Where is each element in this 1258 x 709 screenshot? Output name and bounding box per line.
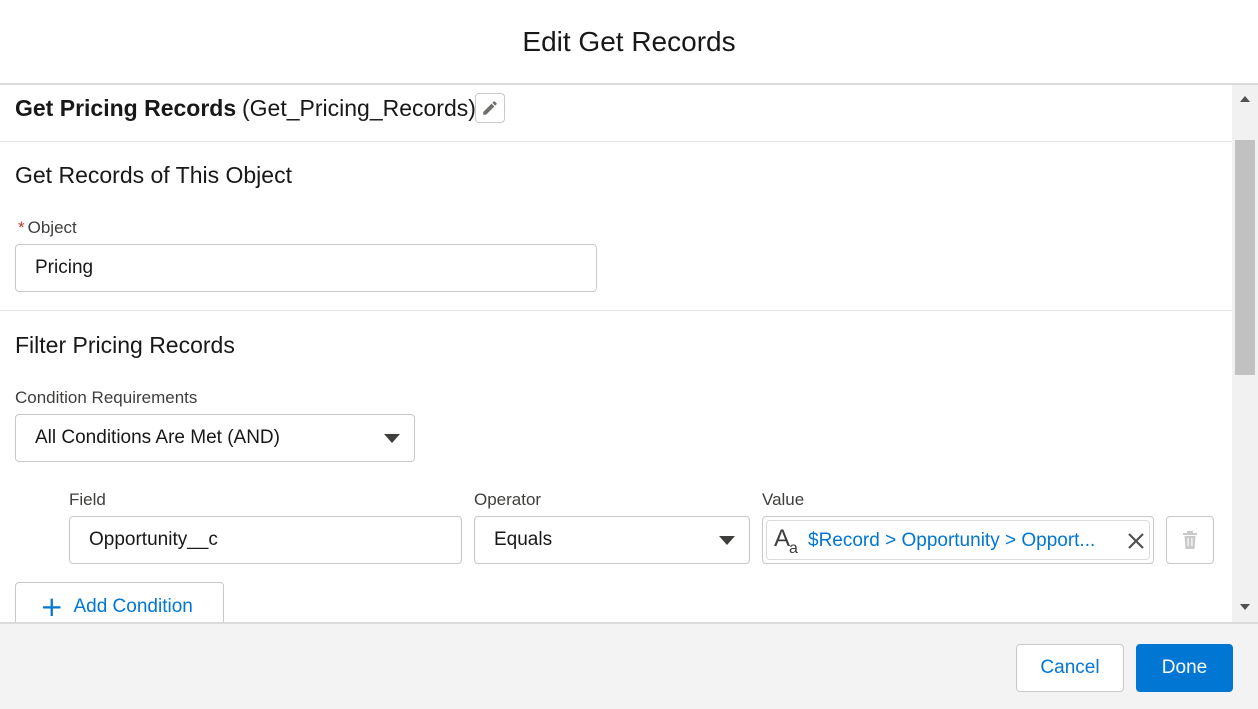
required-marker: * [18, 218, 25, 237]
trash-icon [1183, 531, 1197, 549]
done-button[interactable]: Done [1136, 644, 1233, 692]
modal-footer: Cancel Done [0, 622, 1258, 709]
value-column-label: Value [762, 490, 805, 509]
element-api-name: (Get_Pricing_Records) [242, 95, 476, 121]
delete-condition-button[interactable] [1166, 516, 1214, 564]
text-type-icon: A a [774, 525, 798, 555]
cancel-button[interactable]: Cancel [1016, 644, 1124, 692]
chevron-down-icon [384, 434, 400, 443]
condition-requirements-label: Condition Requirements [15, 388, 198, 407]
operator-column-label: Operator [474, 490, 542, 509]
modal-title: Edit Get Records [522, 25, 736, 57]
vertical-scrollbar[interactable] [1232, 85, 1258, 622]
scrollbar-thumb[interactable] [1235, 140, 1255, 375]
add-condition-label: Add Condition [73, 596, 193, 617]
condition-field-value: Opportunity__c [89, 529, 218, 550]
pencil-icon [483, 101, 497, 115]
value-pill[interactable]: A a $Record > Opportunity > Opport... [766, 520, 1150, 560]
chevron-down-icon [719, 536, 735, 545]
svg-text:A: A [774, 525, 790, 552]
section-divider [0, 310, 1232, 311]
field-column-label: Field [69, 490, 106, 509]
object-input[interactable]: Pricing [15, 244, 597, 292]
condition-value-input[interactable]: A a $Record > Opportunity > Opport... [762, 516, 1154, 564]
object-field-label: * Object [18, 218, 77, 238]
object-label-text: Object [27, 218, 77, 237]
scroll-down-arrow-icon[interactable] [1240, 604, 1250, 610]
object-input-value: Pricing [35, 257, 94, 278]
close-icon[interactable] [1127, 532, 1145, 550]
element-header: Get Pricing Records (Get_Pricing_Records… [0, 85, 1232, 142]
edit-label-button[interactable] [475, 93, 505, 123]
condition-operator-value: Equals [494, 529, 553, 550]
plus-icon: + [40, 590, 64, 622]
filter-section-title: Filter Pricing Records [15, 332, 235, 358]
add-condition-button[interactable]: + Add Condition [15, 582, 224, 622]
element-label: Get Pricing Records [15, 95, 237, 121]
modal-body: Get Pricing Records (Get_Pricing_Records… [0, 85, 1258, 622]
condition-field-input[interactable]: Opportunity__c [69, 516, 462, 564]
scroll-up-arrow-icon[interactable] [1240, 96, 1250, 102]
condition-operator-select[interactable]: Equals [474, 516, 750, 564]
condition-value-text: $Record > Opportunity > Opport... [808, 530, 1096, 551]
svg-text:a: a [789, 540, 798, 555]
condition-requirements-select[interactable]: All Conditions Are Met (AND) [15, 414, 415, 462]
modal-header: Edit Get Records [0, 0, 1258, 85]
get-records-section-title: Get Records of This Object [15, 162, 292, 188]
condition-requirements-value: All Conditions Are Met (AND) [35, 427, 280, 448]
